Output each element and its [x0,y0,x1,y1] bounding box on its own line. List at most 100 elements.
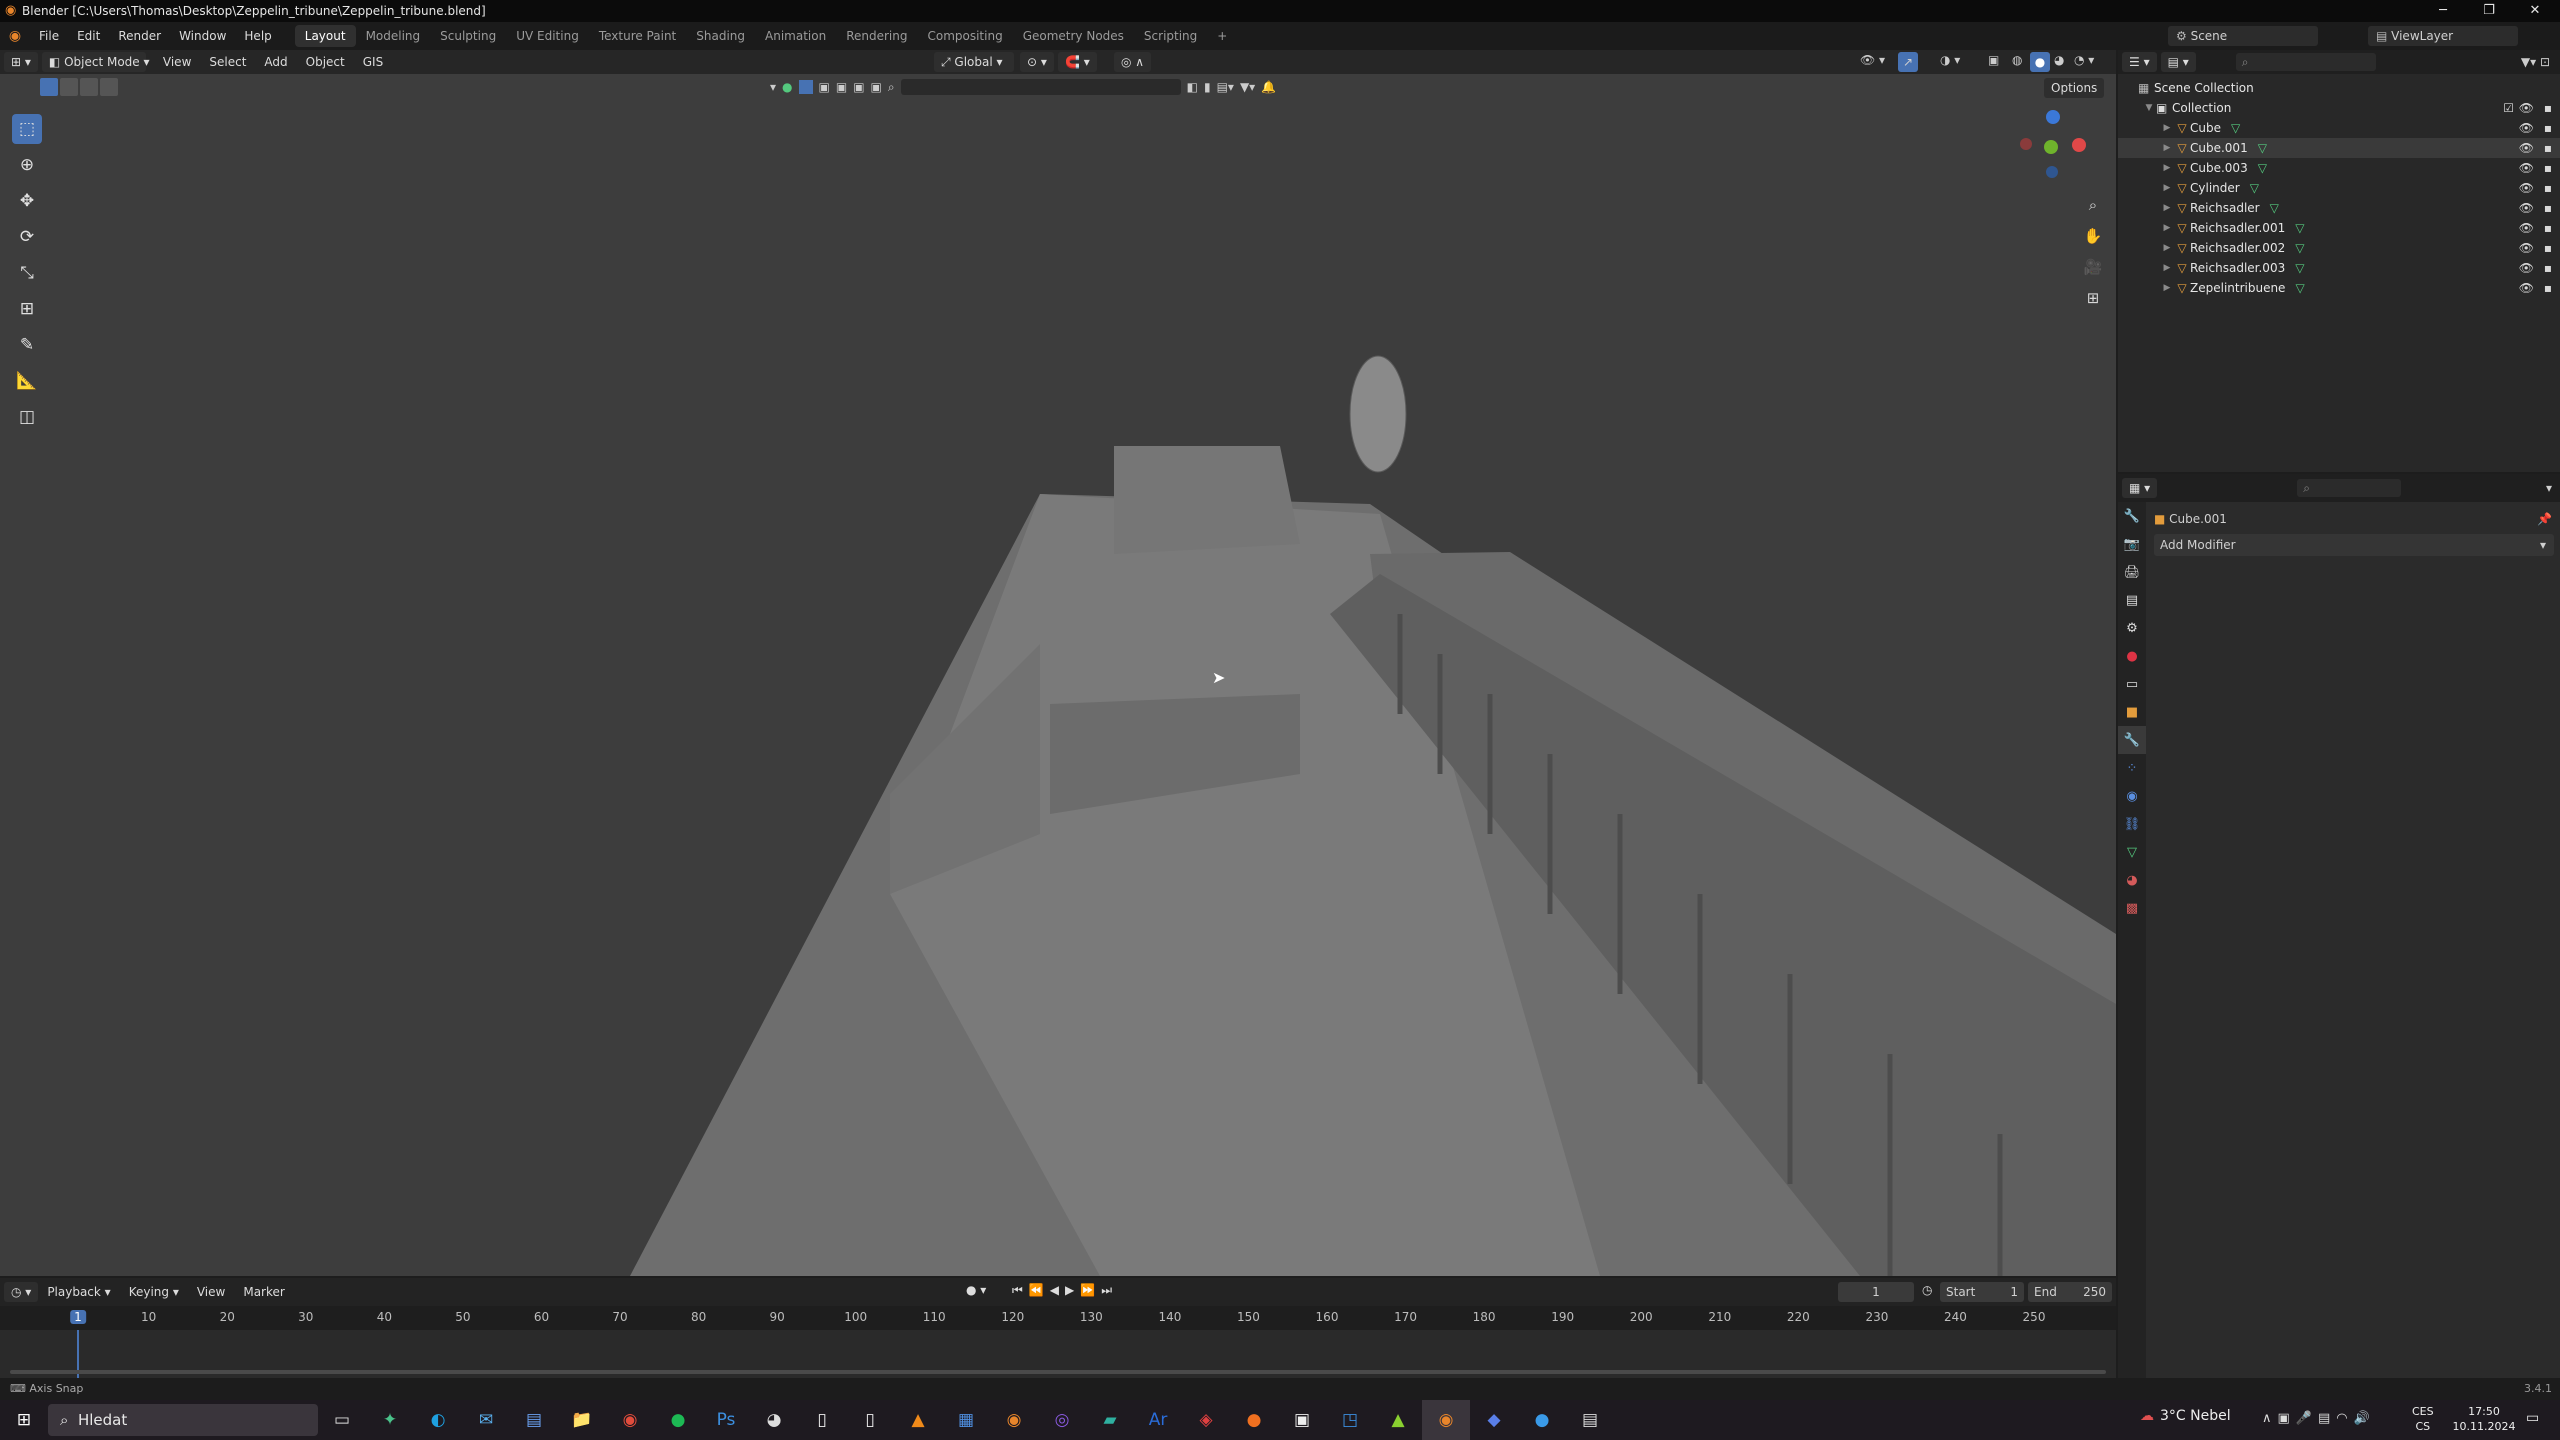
expand-right-icon[interactable]: ▶ [2160,223,2174,233]
render-camera-icon[interactable]: ▪ [2544,121,2552,135]
weather-widget[interactable]: ☁ 3°C Nebel [2140,1408,2231,1424]
microphone-icon[interactable]: 🎤 [2296,1411,2318,1426]
outliner-search-input[interactable]: ⌕ [2235,53,2376,71]
outliner-item[interactable]: ▶ ▽ Reichsadler.001 ▽ 👁 ▪ [2118,218,2560,238]
rotate-tool[interactable]: ⟳ [12,222,42,252]
clock-icon[interactable]: ◷ [1922,1283,1932,1297]
navigation-gizmo[interactable] [2016,110,2096,190]
spotify-icon[interactable]: ● [654,1400,702,1440]
app-icon-6[interactable]: ◈ [1182,1400,1230,1440]
jump-end-icon[interactable]: ⏭ [1101,1283,1118,1297]
menu-edit[interactable]: Edit [68,29,109,43]
proportional-edit-icon[interactable]: ◎ ∧ [1114,52,1152,72]
taskbar-search[interactable]: ⌕ Hledat [48,1404,318,1436]
mail-icon[interactable]: ✉ [462,1400,510,1440]
file-explorer-icon[interactable]: 📁 [558,1400,606,1440]
render-camera-icon[interactable]: ▪ [2544,161,2552,175]
app-icon-7[interactable]: ● [1230,1400,1278,1440]
properties-search-input[interactable]: ⌕ [2297,479,2402,497]
close-button[interactable]: ✕ [2512,0,2558,22]
menu-keying[interactable]: Keying ▾ [120,1285,188,1299]
photoshop-icon[interactable]: Ps [702,1400,750,1440]
pivot-icon[interactable]: ⊙ ▾ [1020,52,1054,72]
expand-down-icon[interactable]: ▼ [2142,103,2156,113]
tray-app2-icon[interactable]: ▤ [2318,1411,2336,1426]
add-workspace-button[interactable]: + [1207,25,1237,47]
tab-layout[interactable]: Layout [294,25,356,47]
menu-select[interactable]: Select [200,55,255,69]
collection-tab-icon[interactable]: ▭ [2118,670,2146,698]
render-camera-icon[interactable]: ▪ [2544,241,2552,255]
render-camera-icon[interactable]: ▪ [2544,181,2552,195]
measure-tool[interactable]: 📐 [12,366,42,396]
wireframe-shading-icon[interactable]: ◍ [2012,53,2022,67]
data-tab-icon[interactable]: ▽ [2118,838,2146,866]
end-frame-field[interactable]: End 250 [2028,1282,2112,1302]
render-tab-icon[interactable]: 📷 [2118,530,2146,558]
exclude-checkbox-icon[interactable]: ☑ [2503,101,2514,115]
camera-view-icon[interactable]: 🎥 [2080,254,2106,280]
menu-object[interactable]: Object [297,55,354,69]
menu-playback[interactable]: Playback ▾ [38,1285,119,1299]
eye-icon[interactable]: 👁 [2519,181,2534,195]
tray-app-icon[interactable]: ▣ [2278,1411,2296,1426]
render-camera-icon[interactable]: ▪ [2544,281,2552,295]
scene-collection-row[interactable]: ▦ Scene Collection [2118,78,2560,98]
gizmo-z-axis-icon[interactable] [2046,110,2060,124]
perspective-grid-icon[interactable]: ⊞ [2080,285,2106,311]
render-camera-icon[interactable]: ▪ [2544,261,2552,275]
tab-animation[interactable]: Animation [755,25,836,47]
tab-sculpting[interactable]: Sculpting [430,25,506,47]
3d-viewport[interactable]: ▾ ● ▣ ▣ ▣ ▣ ⌕ ◧ ▮ ▤▾ ▼▾ 🔔 Options ➤ ⬚ ⊕ … [0,74,2116,1276]
eye-icon[interactable]: 👁 [2519,281,2534,295]
edge-icon[interactable]: ◐ [414,1400,462,1440]
record-icon[interactable]: ● ▾ [966,1283,986,1297]
current-frame-field[interactable]: 1 [1838,1282,1914,1302]
menu-window[interactable]: Window [170,29,235,43]
menu-gis[interactable]: GIS [354,55,392,69]
outliner-item[interactable]: ▶ ▽ Cube ▽ 👁 ▪ [2118,118,2560,138]
expand-right-icon[interactable]: ▶ [2160,263,2174,273]
gizmo-toggle-icon[interactable]: ↗ [1898,52,1918,72]
windows-start-icon[interactable]: ⊞ [0,1400,48,1440]
menu-render[interactable]: Render [109,29,170,43]
render-camera-icon[interactable]: ▪ [2544,201,2552,215]
texture-tab-icon[interactable]: ▩ [2118,894,2146,922]
menu-help[interactable]: Help [235,29,280,43]
outliner-editor-type-button[interactable]: ☰ ▾ [2122,52,2157,72]
physics-tab-icon[interactable]: ◉ [2118,782,2146,810]
tray-chevron-icon[interactable]: ∧ [2262,1411,2278,1426]
menu-view[interactable]: View [154,55,200,69]
volume-icon[interactable]: 🔊 [2354,1411,2376,1426]
world-tab-icon[interactable]: ● [2118,642,2146,670]
outliner-item[interactable]: ▶ ▽ Cube.001 ▽ 👁 ▪ [2118,138,2560,158]
app-icon-1[interactable]: ✦ [366,1400,414,1440]
minimize-button[interactable]: ─ [2420,0,2466,22]
scale-tool[interactable]: ⤡ [12,258,42,288]
eye-icon[interactable]: 👁 [2519,261,2534,275]
jump-start-icon[interactable]: ⏮ [1012,1283,1029,1297]
expand-right-icon[interactable]: ▶ [2160,143,2174,153]
menu-view-timeline[interactable]: View [188,1285,234,1299]
eye-icon[interactable]: 👁 [2519,101,2534,115]
tab-uv-editing[interactable]: UV Editing [506,25,589,47]
gizmo-neg-x-icon[interactable] [2020,138,2032,150]
tab-texture-paint[interactable]: Texture Paint [589,25,686,47]
add-modifier-dropdown[interactable]: Add Modifier ▾ [2154,534,2554,556]
outliner-filter-icon[interactable]: ▼▾ ⊡ [2521,55,2550,69]
options-chevron-icon[interactable]: ▾ [2546,481,2552,495]
expand-right-icon[interactable]: ▶ [2160,163,2174,173]
tool-tab-icon[interactable]: 🔧 [2118,502,2146,530]
output-tab-icon[interactable]: 🖨 [2118,558,2146,586]
eye-icon[interactable]: 👁 [2519,201,2534,215]
snap-icon[interactable]: 🧲 ▾ [1058,52,1097,72]
expand-right-icon[interactable]: ▶ [2160,123,2174,133]
outliner-item[interactable]: ▶ ▽ Reichsadler.002 ▽ 👁 ▪ [2118,238,2560,258]
solid-shading-icon[interactable]: ● [2030,52,2050,72]
clock[interactable]: 17:50 10.11.2024 [2450,1404,2518,1434]
chrome-icon[interactable]: ◉ [606,1400,654,1440]
material-shading-icon[interactable]: ◕ [2054,53,2064,67]
mode-selector[interactable]: ◧ Object Mode ▾ [41,52,150,72]
start-frame-field[interactable]: Start 1 [1940,1282,2024,1302]
steam-icon[interactable]: ◕ [750,1400,798,1440]
